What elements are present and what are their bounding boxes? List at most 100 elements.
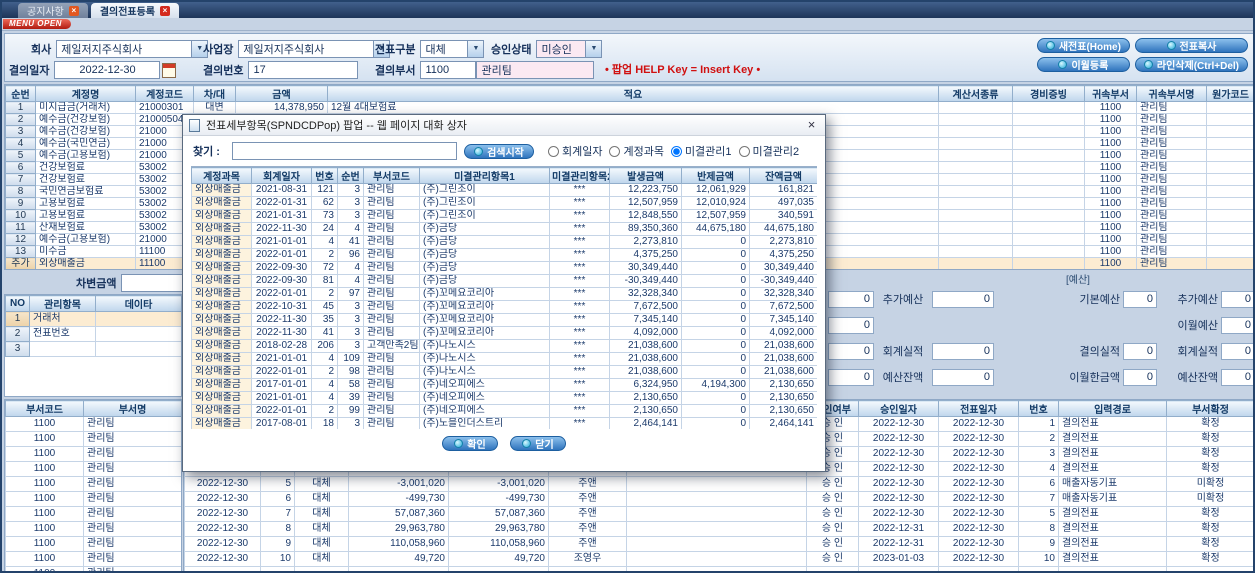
table-row[interactable]: 외상매출금 2022-11-30 41 3 관리팀 (주)꼬메요코리아 *** 4,092,0… [191,326,817,340]
table-row[interactable]: 외상매출금 2022-09-30 81 4 관리팀 (주)금당 *** -30,349,440… [191,274,817,288]
approval-dept-code-field[interactable]: 1100 [420,61,477,79]
slip-type-select[interactable]: 대체 ▼ [420,40,485,58]
company-select[interactable]: 제일저지주식회사 ▼ [56,40,209,58]
approve-state-select[interactable]: 미승인 ▼ [536,40,603,58]
menu-open-button[interactable]: MENU OPEN [3,19,71,29]
cell: 관리팀 [363,378,420,392]
table-row[interactable]: 1100관리팀 [5,431,181,447]
table-row[interactable]: 외상매출금 2022-01-31 62 3 관리팀 (주)그린조이 *** 12,507,95… [191,196,817,210]
table-row[interactable]: 1100관리팀 [5,416,181,432]
popup-titlebar[interactable]: 전표세부항목(SPNDCDPop) 팝업 -- 웹 페이지 대화 상자 × [183,115,825,136]
table-row[interactable]: 외상매출금 2021-01-01 4 41 관리팀 (주)금당 *** 2,273,810 0 2… [191,235,817,249]
cell: 5 [5,149,36,162]
table-row[interactable]: 2022-12-30 10 대체 49,720 49,720 조영우 승 인 2023-01-… [184,551,1253,567]
document-icon [189,118,200,132]
cell: 3 [337,209,364,223]
cell: *** [549,326,610,340]
table-row[interactable]: 1100관리팀 [5,461,181,477]
table-row[interactable]: 외상매출금 2022-01-01 2 99 관리팀 (주)네오피에스 *** 2,130,65… [191,404,817,418]
table-row[interactable]: 2022-12-30 8 대체 29,963,780 29,963,780 주앤 승 인 20… [184,521,1253,537]
radio-open-item2[interactable] [738,145,750,157]
cell: 고용보험료 [35,197,136,210]
cell: 4 [337,261,364,275]
cell: 관리팀 [363,404,420,418]
table-row[interactable]: 2022-12-30 9 대체 110,058,960 110,058,960 주앤 승 인… [184,536,1253,552]
cell: 2,130,650 [609,404,682,418]
find-input[interactable] [231,142,457,160]
column-header: NO [5,295,30,312]
table-row[interactable]: 외상매출금 2021-08-31 121 3 관리팀 (주)그린조이 *** 12,223,7… [191,183,817,197]
cell: 21,038,600 [749,365,817,379]
cell: 주앤 [548,476,627,492]
table-row[interactable]: 3 [5,341,181,357]
radio-account[interactable] [609,145,621,157]
table-row[interactable]: 외상매출금 2017-08-01 18 3 관리팀 (주)노블인더스트리 *** 2,464,… [191,417,817,429]
ok-button[interactable]: 확인 [442,436,498,451]
tab-notice[interactable]: 공지사항 × [18,3,88,18]
table-row[interactable]: 1100관리팀 [5,446,181,462]
table-row[interactable]: 1 거래처 [5,311,181,327]
table-row[interactable]: 1100관리팀 [5,551,181,567]
table-row[interactable]: 외상매출금 2022-10-31 45 3 관리팀 (주)꼬메요코리아 *** 7,672,5… [191,300,817,314]
close-icon[interactable]: × [804,118,819,133]
close-button[interactable]: 닫기 [510,436,566,451]
table-row[interactable]: 1100관리팀 [5,491,181,507]
cell: 0 [681,339,750,353]
table-row[interactable]: 2022-12-30 7 대체 57,087,360 57,087,360 주앤 승 인 20… [184,506,1253,522]
table-row[interactable]: 외상매출금 2021-01-01 4 109 관리팀 (주)나노시스 *** 21,038,6… [191,352,817,366]
table-row[interactable]: 외상매출금2018-02-282063고객만족2팀(JJ(주)나노시스***21… [191,339,817,353]
table-row[interactable]: 1100관리팀 [5,506,181,522]
table-row[interactable]: 1100관리팀 [5,566,181,571]
cell: 1100 [5,551,84,567]
cell: 2022-12-31 [858,536,939,552]
table-row[interactable]: 외상매출금 2022-11-30 35 3 관리팀 (주)꼬메요코리아 *** 7,345,1… [191,313,817,327]
cell: 외상매출금 [191,391,252,405]
chevron-down-icon[interactable]: ▼ [585,41,602,57]
delete-line-button[interactable]: 라인삭제(Ctrl+Del) [1134,57,1248,72]
budget-value: 0 [932,368,994,386]
calendar-icon[interactable] [162,62,177,78]
carryover-button[interactable]: 이월등록 [1036,57,1130,72]
cell [626,521,807,537]
cell: 2017-01-01 [251,378,312,392]
cell [260,566,295,571]
radio-acct-date[interactable] [547,145,559,157]
cell: 2022-11-30 [251,326,312,340]
new-voucher-button[interactable]: 새전표(Home) [1036,38,1130,53]
table-row[interactable]: 1100관리팀 [5,476,181,492]
header-row: 부서코드 부서명 [5,400,181,417]
table-row[interactable]: 외상매출금 2022-01-01 2 96 관리팀 (주)금당 *** 4,375,250 0 4… [191,248,817,262]
approval-date-field[interactable]: 2022-12-30 [54,61,161,79]
tab-voucher-entry[interactable]: 결의전표등록 × [90,3,180,18]
copy-voucher-button[interactable]: 전표복사 [1134,38,1248,53]
table-row[interactable]: 외상매출금 2021-01-01 4 39 관리팀 (주)네오피에스 *** 2,130,65… [191,391,817,405]
cell: 외상매출금 [191,274,252,288]
table-row[interactable]: 외상매출금 2021-01-31 73 3 관리팀 (주)그린조이 *** 12,848,55… [191,209,817,223]
search-start-button[interactable]: 검색시작 [463,143,534,159]
table-row[interactable]: 외상매출금 2022-01-01 2 97 관리팀 (주)꼬메요코리아 *** 32,328,… [191,287,817,301]
radio-open-item1[interactable] [670,145,682,157]
cell: 41 [337,235,364,249]
close-tab-icon[interactable]: × [160,5,171,16]
approval-no-field[interactable]: 17 [248,61,359,79]
table-row[interactable]: 2022-12-30 5 대체 -3,001,020 -3,001,020 주앤 승 인 20… [184,476,1253,492]
table-row[interactable] [184,566,1253,571]
table-row[interactable]: 1 미지급금(거래처) 21000301 대변 14,378,950 12월 4대보험료 1… [5,101,1253,114]
table-row[interactable]: 2 전표번호 [5,326,181,342]
site-select[interactable]: 제일저지주식회사 ▼ [238,40,391,58]
cell [626,536,807,552]
cell: 주앤 [548,506,627,522]
cell [1012,137,1085,150]
table-row[interactable]: 외상매출금 2017-01-01 4 58 관리팀 (주)네오피에스 *** 6,324,95… [191,378,817,392]
close-tab-icon[interactable]: × [68,5,79,16]
table-row[interactable]: 외상매출금 2022-09-30 72 4 관리팀 (주)금당 *** 30,349,440 0… [191,261,817,275]
cell: 대체 [294,476,349,492]
table-row[interactable]: 외상매출금 2022-01-01 2 98 관리팀 (주)나노시스 *** 21,038,60… [191,365,817,379]
cell: 미지급금(거래처) [35,101,136,114]
table-row[interactable]: 1100관리팀 [5,536,181,552]
chevron-down-icon[interactable]: ▼ [467,41,484,57]
table-row[interactable]: 1100관리팀 [5,521,181,537]
table-row[interactable]: 외상매출금 2022-11-30 24 4 관리팀 (주)금당 *** 89,350,360 4… [191,222,817,236]
table-row[interactable]: 2022-12-30 6 대체 -499,730 -499,730 주앤 승 인 2022-1… [184,491,1253,507]
cell: 확정 [1166,521,1253,537]
